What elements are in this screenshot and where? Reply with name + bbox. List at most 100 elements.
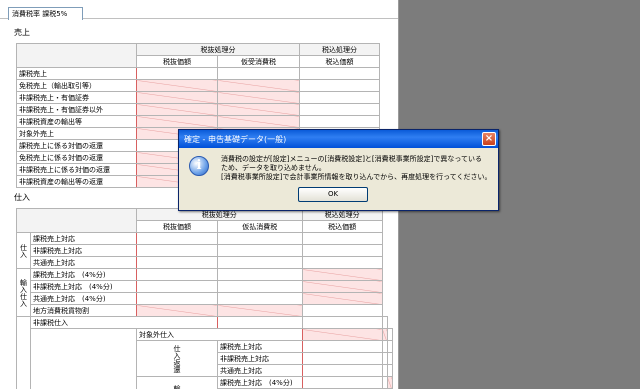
amount-cell[interactable] <box>386 352 393 365</box>
row-label: 非課税売上対応 <box>217 352 303 365</box>
table-row: 非課税売上・有価証券以外 <box>16 103 380 116</box>
header-incl-group: 税込処理分 <box>299 43 380 56</box>
dialog-title: 確定 - 申告基礎データ(一般) <box>184 135 287 144</box>
table-row: 共通売上対応 <box>17 256 393 269</box>
amount-cell <box>301 328 383 341</box>
amount-cell[interactable] <box>301 244 383 257</box>
group-label-yunyu2: 輸 <box>136 376 218 389</box>
amount-cell[interactable] <box>301 232 383 245</box>
amount-cell[interactable] <box>301 304 383 317</box>
amount-cell[interactable] <box>136 256 218 269</box>
sales-section-label: 売上 <box>14 28 30 37</box>
header-excl-amount: 税抜価額 <box>136 220 218 233</box>
amount-cell[interactable] <box>136 232 218 245</box>
amount-cell[interactable] <box>299 115 380 128</box>
amount-cell[interactable] <box>301 256 383 269</box>
ok-button[interactable]: OK <box>298 187 368 202</box>
group-label-henkan: 仕入返還 <box>136 340 218 377</box>
amount-cell[interactable] <box>217 316 303 329</box>
dialog-message: 消費税の設定が[設定]メニューの[消費税設定]と[消費税事業所設定]で異なってい… <box>221 155 493 182</box>
amount-cell[interactable] <box>301 352 383 365</box>
dialog-message-line: ため、データを取り込めません。 <box>221 164 326 172</box>
undefined <box>16 316 31 389</box>
row-label: 課税売上 <box>16 67 137 80</box>
amount-cell[interactable] <box>217 280 303 293</box>
table-row: 地方消費税貨物割 <box>17 304 393 317</box>
header-blank <box>16 43 137 68</box>
amount-cell[interactable] <box>217 67 300 80</box>
close-icon[interactable]: × <box>482 132 496 146</box>
amount-cell[interactable] <box>386 328 393 341</box>
row-label: 課税売上対応 (4%分) <box>217 376 303 389</box>
amount-cell <box>136 103 218 116</box>
header-tax: 仮受消費税 <box>217 55 300 68</box>
table-row: 対象外仕入 <box>17 328 393 389</box>
tab-bar: 消費税率 課税5% <box>0 0 398 20</box>
amount-cell <box>136 91 218 104</box>
amount-cell[interactable] <box>381 316 388 329</box>
amount-cell[interactable] <box>299 103 380 116</box>
header-excl-group: 税抜処理分 <box>136 43 300 56</box>
table-row: 非課税仕入 <box>16 316 393 389</box>
table-row: 免税売上（輸出取引等） <box>16 79 380 92</box>
amount-cell <box>217 115 300 128</box>
row-label: 課税売上対応 <box>30 232 137 245</box>
amount-cell <box>217 304 303 317</box>
amount-cell[interactable] <box>301 364 383 377</box>
row-label: 免税売上に係る対価の返還 <box>16 151 137 164</box>
row-label: 地方消費税貨物割 <box>30 304 137 317</box>
amount-cell[interactable] <box>217 256 303 269</box>
row-label: 非課税売上対応 (4%分) <box>30 280 137 293</box>
amount-cell <box>301 280 383 293</box>
amount-cell <box>136 304 218 317</box>
amount-cell[interactable] <box>136 268 218 281</box>
amount-cell <box>136 79 218 92</box>
amount-cell[interactable] <box>301 376 383 389</box>
header-blank <box>16 208 137 233</box>
amount-cell <box>301 268 383 281</box>
amount-cell[interactable] <box>299 67 380 80</box>
amount-cell <box>386 376 393 389</box>
group-label-shiire: 仕入 <box>16 232 31 269</box>
amount-cell <box>217 79 300 92</box>
row-label: 非課税売上・有価証券 <box>16 91 137 104</box>
amount-cell[interactable] <box>136 292 218 305</box>
purchases-section-label: 仕入 <box>14 193 30 202</box>
tab-tax-rate-5[interactable]: 消費税率 課税5% <box>8 7 83 20</box>
table-row: 非課税売上対応 (4%分) <box>17 280 393 293</box>
dialog-message-line: [消費税事業所設定]で会計事業所情報を取り込んでから、再度処理を行ってください。 <box>221 173 492 181</box>
row-label: 非課税資産の輸出等の返還 <box>16 175 137 188</box>
amount-cell[interactable] <box>301 340 383 353</box>
row-label: 非課税仕入 <box>30 316 218 329</box>
amount-cell <box>217 103 300 116</box>
row-label: 非課税売上・有価証券以外 <box>16 103 137 116</box>
table-row: 仕入 課税売上対応 <box>16 232 393 269</box>
amount-cell[interactable] <box>299 91 380 104</box>
amount-cell[interactable] <box>217 292 303 305</box>
amount-cell[interactable] <box>136 244 218 257</box>
row-label: 課税売上対応 (4%分) <box>30 268 137 281</box>
amount-cell[interactable] <box>386 364 393 377</box>
header-incl-amount: 税込価額 <box>299 55 380 68</box>
amount-cell[interactable] <box>136 67 218 80</box>
row-label: 共通売上対応 <box>30 256 137 269</box>
row-label: 課税売上に係る対価の返還 <box>16 139 137 152</box>
amount-cell[interactable] <box>217 232 303 245</box>
amount-cell[interactable] <box>386 340 393 353</box>
table-row: 非課税資産の輸出等 <box>16 115 380 128</box>
amount-cell[interactable] <box>301 316 383 329</box>
amount-cell[interactable] <box>217 268 303 281</box>
amount-cell[interactable] <box>136 280 218 293</box>
amount-cell <box>217 91 300 104</box>
amount-cell <box>136 115 218 128</box>
table-row: 非課税売上対応 <box>17 244 393 257</box>
table-row: 課税売上 <box>16 67 380 80</box>
amount-cell[interactable] <box>217 244 303 257</box>
table-row: 共通売上対応 (4%分) <box>17 292 393 305</box>
table-row: 輸入仕入 課税売上対応 (4%分) <box>16 268 393 317</box>
amount-cell[interactable] <box>299 79 380 92</box>
header-incl-amount: 税込価額 <box>301 220 383 233</box>
row-label: 免税売上（輸出取引等） <box>16 79 137 92</box>
row-label: 対象外売上 <box>16 127 137 140</box>
row-label: 非課税資産の輸出等 <box>16 115 137 128</box>
